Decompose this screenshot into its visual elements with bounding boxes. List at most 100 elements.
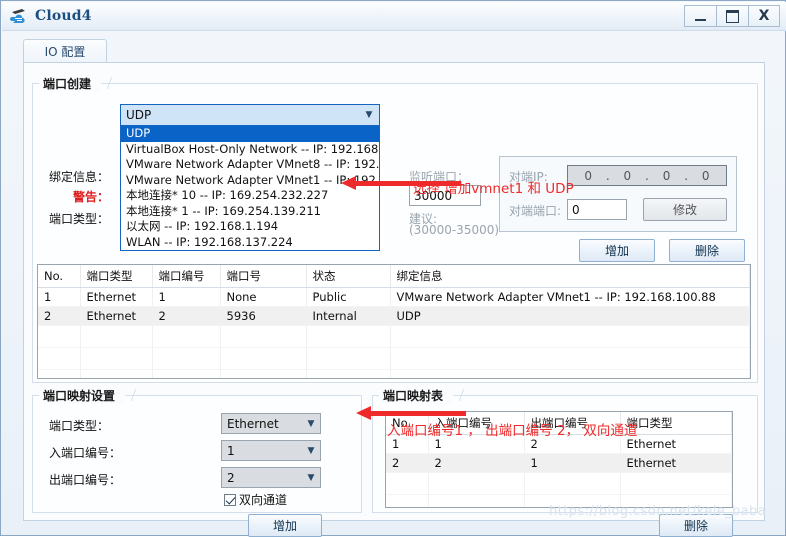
peer-port-input[interactable]: 0 — [567, 199, 627, 220]
window-title: Cloud4 — [35, 8, 92, 24]
bidirectional-label: 双向通道 — [239, 493, 288, 507]
out-port-value: 2 — [227, 470, 235, 485]
cell-port-type: Ethernet — [80, 306, 153, 326]
arrow-head-icon — [341, 176, 356, 190]
ports-col-port-num: 端口号 — [220, 265, 307, 288]
port-map-settings-group: 端口映射设置 端口类型： Ethernet ▼ 入端口编号： 1 ▼ 出端口编号… — [32, 386, 362, 537]
chevron-down-icon: ▼ — [365, 110, 373, 120]
delete-port-button-label: 删除 — [694, 244, 719, 258]
chevron-down-icon: ▼ — [307, 445, 315, 456]
table-row[interactable]: 2 2 1 Ethernet — [386, 453, 732, 473]
cell-port-type: Ethernet — [80, 287, 153, 307]
title-bar: Cloud4 X — [2, 2, 786, 31]
cell-in-port: 2 — [428, 453, 525, 473]
ports-col-no: No. — [38, 265, 81, 288]
table-row[interactable]: 1 Ethernet 1 None Public VMware Network … — [38, 287, 750, 307]
arrow-shaft — [370, 411, 466, 416]
peer-ip-dot-1: . — [605, 168, 610, 183]
cell-no: 2 — [386, 453, 429, 473]
binding-option-vmnet8[interactable]: VMware Network Adapter VMnet8 -- IP: 192… — [121, 157, 379, 173]
cell-binding: VMware Network Adapter VMnet1 -- IP: 192… — [390, 287, 750, 307]
label-out-port-no: 出端口编号： — [49, 473, 122, 487]
minimize-icon — [695, 18, 706, 21]
close-button[interactable]: X — [748, 5, 780, 27]
add-mapping-button[interactable]: 增加 — [248, 514, 322, 537]
table-row-empty — [386, 472, 732, 495]
label-warning: 警告： — [73, 190, 110, 204]
cell-port-num: 5936 — [220, 306, 307, 326]
cell-binding: UDP — [390, 306, 750, 326]
map-port-type-select[interactable]: Ethernet ▼ — [221, 413, 321, 434]
label-suggest-range: (30000-35000) — [409, 223, 500, 237]
modify-button[interactable]: 修改 — [643, 198, 727, 221]
peer-port-value: 0 — [572, 202, 580, 217]
cell-state: Public — [306, 287, 391, 307]
label-port-type: 端口类型： — [49, 212, 110, 226]
tab-strip: IO 配置 — [23, 39, 765, 63]
label-map-port-type: 端口类型： — [49, 419, 110, 433]
delete-port-button[interactable]: 删除 — [669, 239, 745, 262]
bidirectional-checkbox[interactable]: 双向通道 — [224, 491, 287, 508]
in-port-select[interactable]: 1 ▼ — [221, 440, 321, 461]
application-window: Cloud4 X IO 配置 端口创建 绑定信息： 警告： 端口类型： 监听端口… — [0, 0, 786, 537]
minimize-button[interactable] — [684, 5, 716, 27]
label-binding-info: 绑定信息： — [49, 170, 110, 184]
cell-port-num: None — [220, 287, 307, 307]
table-row-empty — [38, 369, 750, 378]
maximize-icon — [726, 9, 739, 23]
binding-option-wlan[interactable]: WLAN -- IP: 192.168.137.224 — [121, 235, 379, 251]
port-map-settings-title: 端口映射设置 — [39, 386, 126, 404]
ports-col-state: 状态 — [306, 265, 391, 288]
ports-col-port-type: 端口类型 — [80, 265, 153, 288]
cell-port-type: Ethernet — [620, 453, 732, 473]
modify-button-label: 修改 — [672, 203, 697, 217]
peer-ip-dot-3: . — [684, 168, 689, 183]
cell-no: 1 — [38, 287, 81, 307]
watermark: https://blog.csdn.net/kele_baba — [549, 504, 767, 519]
chevron-down-icon: ▼ — [307, 418, 315, 429]
peer-ip-input[interactable]: 0 . 0 . 0 . 0 — [567, 165, 727, 186]
cell-no: 2 — [38, 306, 81, 326]
label-in-port-no: 入端口编号： — [49, 446, 122, 460]
add-mapping-button-label: 增加 — [272, 519, 297, 533]
out-port-select[interactable]: 2 ▼ — [221, 467, 321, 488]
peer-ip-octet-2: 0 — [623, 168, 632, 183]
checkbox-checked-icon — [224, 493, 236, 506]
ports-col-port-no: 端口编号 — [152, 265, 221, 288]
tab-io-config-label: IO 配置 — [44, 45, 86, 59]
cell-out-port: 1 — [524, 453, 621, 473]
peer-ip-octet-4: 0 — [701, 168, 710, 183]
in-port-value: 1 — [227, 443, 235, 458]
annotation-top-text: 选择 增加vmnet1 和 UDP — [413, 181, 574, 197]
add-port-button[interactable]: 增加 — [579, 239, 655, 262]
peer-ip-dot-2: . — [645, 168, 649, 183]
add-port-button-label: 增加 — [604, 244, 629, 258]
binding-option-local-1[interactable]: 本地连接* 1 -- IP: 169.254.139.211 — [121, 204, 379, 220]
table-row-empty — [38, 347, 750, 370]
binding-option-virtualbox[interactable]: VirtualBox Host-Only Network -- IP: 192.… — [121, 142, 379, 158]
maximize-button[interactable] — [716, 5, 748, 27]
map-port-type-value: Ethernet — [227, 416, 279, 431]
peer-ip-octet-1: 0 — [584, 168, 593, 183]
binding-option-ethernet[interactable]: 以太网 -- IP: 192.168.1.194 — [121, 219, 379, 235]
ports-col-binding: 绑定信息 — [390, 265, 750, 288]
binding-info-select-display[interactable]: UDP ▼ — [121, 105, 379, 126]
annotation-bottom-text: 入端口编号1 ， 出端口编号 2， 双向通道 — [387, 423, 638, 439]
window-controls: X — [684, 5, 780, 27]
chevron-down-icon: ▼ — [307, 472, 315, 483]
cloud-switch-icon — [9, 6, 29, 26]
table-row[interactable]: 2 Ethernet 2 5936 Internal UDP — [38, 306, 750, 326]
peer-ip-octet-3: 0 — [662, 168, 671, 183]
binding-info-selected-value: UDP — [126, 108, 152, 122]
cell-port-no: 1 — [152, 287, 221, 307]
binding-option-udp[interactable]: UDP — [121, 126, 379, 142]
ports-table-header-row: No. 端口类型 端口编号 端口号 状态 绑定信息 — [38, 265, 750, 288]
table-row-empty — [38, 325, 750, 348]
tab-io-config[interactable]: IO 配置 — [23, 39, 107, 63]
arrow-head-icon — [356, 406, 371, 420]
port-map-table-title: 端口映射表 — [379, 386, 454, 404]
cell-state: Internal — [306, 306, 391, 326]
label-peer-port: 对端端口: — [509, 204, 562, 218]
ports-table[interactable]: No. 端口类型 端口编号 端口号 状态 绑定信息 1 Ethernet 1 N… — [37, 264, 751, 379]
close-icon: X — [758, 8, 770, 24]
